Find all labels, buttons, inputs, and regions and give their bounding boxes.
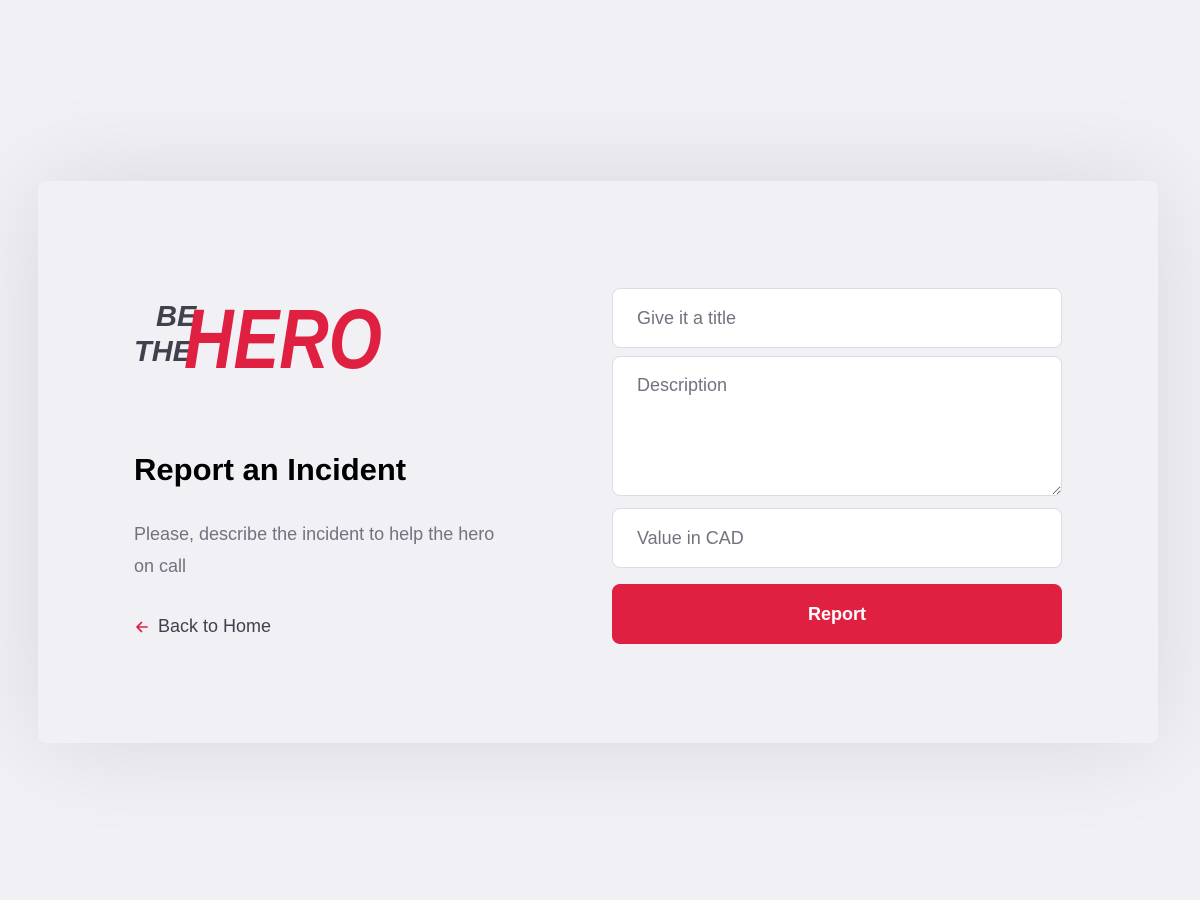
- incident-form: Report: [612, 288, 1062, 644]
- value-input[interactable]: [612, 508, 1062, 568]
- info-section: BE THE HERO Report an Incident Please, d…: [134, 276, 514, 637]
- description-textarea[interactable]: [612, 356, 1062, 496]
- arrow-left-icon: [134, 619, 150, 635]
- back-to-home-link[interactable]: Back to Home: [134, 616, 514, 637]
- incident-card: BE THE HERO Report an Incident Please, d…: [38, 181, 1158, 743]
- logo-text-hero: HERO: [184, 292, 382, 386]
- be-the-hero-logo: BE THE HERO: [134, 292, 382, 386]
- back-to-home-label: Back to Home: [158, 616, 272, 636]
- title-input[interactable]: [612, 288, 1062, 348]
- page-description: Please, describe the incident to help th…: [134, 524, 495, 576]
- report-button[interactable]: Report: [612, 584, 1062, 644]
- page-title: Report an Incident: [134, 452, 407, 487]
